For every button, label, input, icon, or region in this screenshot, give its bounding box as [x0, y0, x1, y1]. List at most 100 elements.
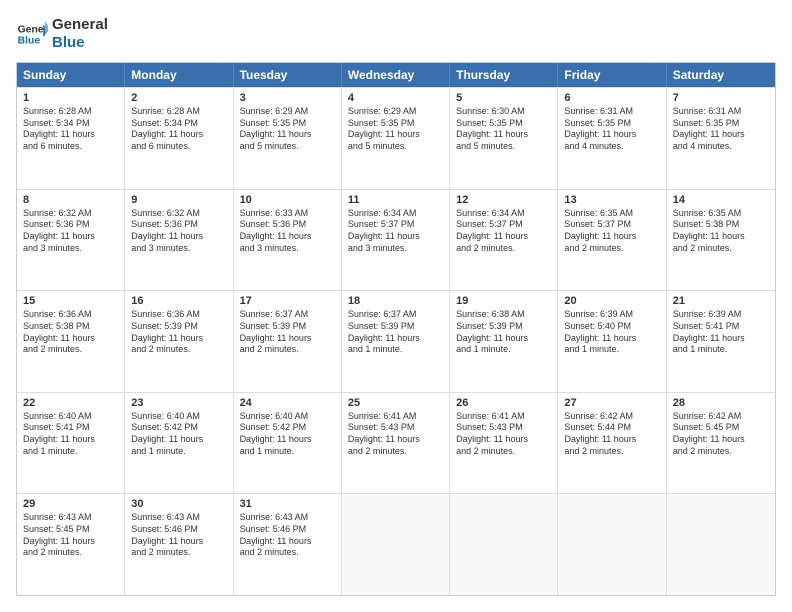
day-number: 6: [564, 92, 659, 104]
day-cell-18: 18 Sunrise: 6:37 AM Sunset: 5:39 PM Dayl…: [342, 291, 450, 392]
sunrise-line: Sunrise: 6:43 AM: [240, 512, 335, 524]
header-day-thursday: Thursday: [450, 63, 558, 87]
day-number: 1: [23, 92, 118, 104]
sunrise-line: Sunrise: 6:40 AM: [131, 411, 226, 423]
day-number: 3: [240, 92, 335, 104]
empty-cell: [558, 494, 666, 595]
daylight-detail: and 3 minutes.: [131, 243, 226, 255]
sunset-line: Sunset: 5:34 PM: [131, 118, 226, 130]
day-cell-28: 28 Sunrise: 6:42 AM Sunset: 5:45 PM Dayl…: [667, 393, 775, 494]
daylight-label: Daylight: 11 hours: [456, 129, 551, 141]
daylight-label: Daylight: 11 hours: [564, 129, 659, 141]
daylight-label: Daylight: 11 hours: [348, 434, 443, 446]
sunrise-line: Sunrise: 6:32 AM: [23, 208, 118, 220]
day-number: 2: [131, 92, 226, 104]
day-cell-19: 19 Sunrise: 6:38 AM Sunset: 5:39 PM Dayl…: [450, 291, 558, 392]
day-cell-26: 26 Sunrise: 6:41 AM Sunset: 5:43 PM Dayl…: [450, 393, 558, 494]
day-number: 13: [564, 194, 659, 206]
page: General Blue General Blue SundayMondayTu…: [0, 0, 792, 612]
daylight-label: Daylight: 11 hours: [673, 231, 769, 243]
daylight-detail: and 2 minutes.: [673, 243, 769, 255]
sunset-line: Sunset: 5:39 PM: [348, 321, 443, 333]
daylight-detail: and 3 minutes.: [23, 243, 118, 255]
sunset-line: Sunset: 5:38 PM: [673, 219, 769, 231]
daylight-detail: and 1 minute.: [131, 446, 226, 458]
day-cell-4: 4 Sunrise: 6:29 AM Sunset: 5:35 PM Dayli…: [342, 88, 450, 189]
day-number: 17: [240, 295, 335, 307]
sunrise-line: Sunrise: 6:40 AM: [240, 411, 335, 423]
day-number: 5: [456, 92, 551, 104]
daylight-label: Daylight: 11 hours: [131, 231, 226, 243]
daylight-detail: and 5 minutes.: [456, 141, 551, 153]
daylight-detail: and 3 minutes.: [240, 243, 335, 255]
sunrise-line: Sunrise: 6:42 AM: [673, 411, 769, 423]
sunrise-line: Sunrise: 6:37 AM: [240, 309, 335, 321]
sunset-line: Sunset: 5:39 PM: [131, 321, 226, 333]
sunset-line: Sunset: 5:37 PM: [564, 219, 659, 231]
sunrise-line: Sunrise: 6:31 AM: [564, 106, 659, 118]
sunset-line: Sunset: 5:41 PM: [673, 321, 769, 333]
day-cell-10: 10 Sunrise: 6:33 AM Sunset: 5:36 PM Dayl…: [234, 190, 342, 291]
daylight-detail: and 2 minutes.: [23, 344, 118, 356]
daylight-detail: and 2 minutes.: [564, 243, 659, 255]
sunset-line: Sunset: 5:39 PM: [456, 321, 551, 333]
daylight-label: Daylight: 11 hours: [240, 129, 335, 141]
sunrise-line: Sunrise: 6:36 AM: [23, 309, 118, 321]
daylight-detail: and 2 minutes.: [673, 446, 769, 458]
calendar: SundayMondayTuesdayWednesdayThursdayFrid…: [16, 62, 776, 596]
daylight-detail: and 5 minutes.: [348, 141, 443, 153]
daylight-detail: and 5 minutes.: [240, 141, 335, 153]
svg-text:Blue: Blue: [18, 36, 41, 47]
calendar-row-2: 8 Sunrise: 6:32 AM Sunset: 5:36 PM Dayli…: [17, 189, 775, 291]
daylight-detail: and 4 minutes.: [673, 141, 769, 153]
daylight-detail: and 2 minutes.: [456, 243, 551, 255]
sunrise-line: Sunrise: 6:30 AM: [456, 106, 551, 118]
sunrise-line: Sunrise: 6:33 AM: [240, 208, 335, 220]
daylight-label: Daylight: 11 hours: [131, 333, 226, 345]
day-cell-11: 11 Sunrise: 6:34 AM Sunset: 5:37 PM Dayl…: [342, 190, 450, 291]
day-number: 28: [673, 397, 769, 409]
daylight-detail: and 1 minute.: [23, 446, 118, 458]
day-cell-20: 20 Sunrise: 6:39 AM Sunset: 5:40 PM Dayl…: [558, 291, 666, 392]
calendar-body: 1 Sunrise: 6:28 AM Sunset: 5:34 PM Dayli…: [17, 87, 775, 595]
sunrise-line: Sunrise: 6:34 AM: [456, 208, 551, 220]
day-number: 7: [673, 92, 769, 104]
day-number: 30: [131, 498, 226, 510]
sunrise-line: Sunrise: 6:29 AM: [348, 106, 443, 118]
daylight-label: Daylight: 11 hours: [240, 333, 335, 345]
daylight-detail: and 2 minutes.: [348, 446, 443, 458]
daylight-detail: and 2 minutes.: [131, 547, 226, 559]
day-number: 11: [348, 194, 443, 206]
daylight-label: Daylight: 11 hours: [564, 434, 659, 446]
sunset-line: Sunset: 5:44 PM: [564, 422, 659, 434]
sunset-line: Sunset: 5:35 PM: [456, 118, 551, 130]
logo-icon: General Blue: [16, 18, 48, 50]
daylight-detail: and 1 minute.: [673, 344, 769, 356]
daylight-detail: and 1 minute.: [240, 446, 335, 458]
day-cell-3: 3 Sunrise: 6:29 AM Sunset: 5:35 PM Dayli…: [234, 88, 342, 189]
day-cell-13: 13 Sunrise: 6:35 AM Sunset: 5:37 PM Dayl…: [558, 190, 666, 291]
day-number: 24: [240, 397, 335, 409]
sunset-line: Sunset: 5:35 PM: [348, 118, 443, 130]
daylight-detail: and 6 minutes.: [131, 141, 226, 153]
sunset-line: Sunset: 5:43 PM: [456, 422, 551, 434]
day-cell-5: 5 Sunrise: 6:30 AM Sunset: 5:35 PM Dayli…: [450, 88, 558, 189]
day-number: 26: [456, 397, 551, 409]
header-day-wednesday: Wednesday: [342, 63, 450, 87]
logo-blue: Blue: [52, 34, 108, 52]
day-number: 14: [673, 194, 769, 206]
header-day-tuesday: Tuesday: [234, 63, 342, 87]
day-cell-12: 12 Sunrise: 6:34 AM Sunset: 5:37 PM Dayl…: [450, 190, 558, 291]
daylight-label: Daylight: 11 hours: [131, 536, 226, 548]
daylight-label: Daylight: 11 hours: [564, 231, 659, 243]
calendar-row-3: 15 Sunrise: 6:36 AM Sunset: 5:38 PM Dayl…: [17, 290, 775, 392]
day-number: 16: [131, 295, 226, 307]
daylight-label: Daylight: 11 hours: [23, 536, 118, 548]
empty-cell: [342, 494, 450, 595]
day-cell-17: 17 Sunrise: 6:37 AM Sunset: 5:39 PM Dayl…: [234, 291, 342, 392]
sunset-line: Sunset: 5:34 PM: [23, 118, 118, 130]
day-number: 31: [240, 498, 335, 510]
sunrise-line: Sunrise: 6:29 AM: [240, 106, 335, 118]
sunset-line: Sunset: 5:36 PM: [23, 219, 118, 231]
sunset-line: Sunset: 5:46 PM: [240, 524, 335, 536]
